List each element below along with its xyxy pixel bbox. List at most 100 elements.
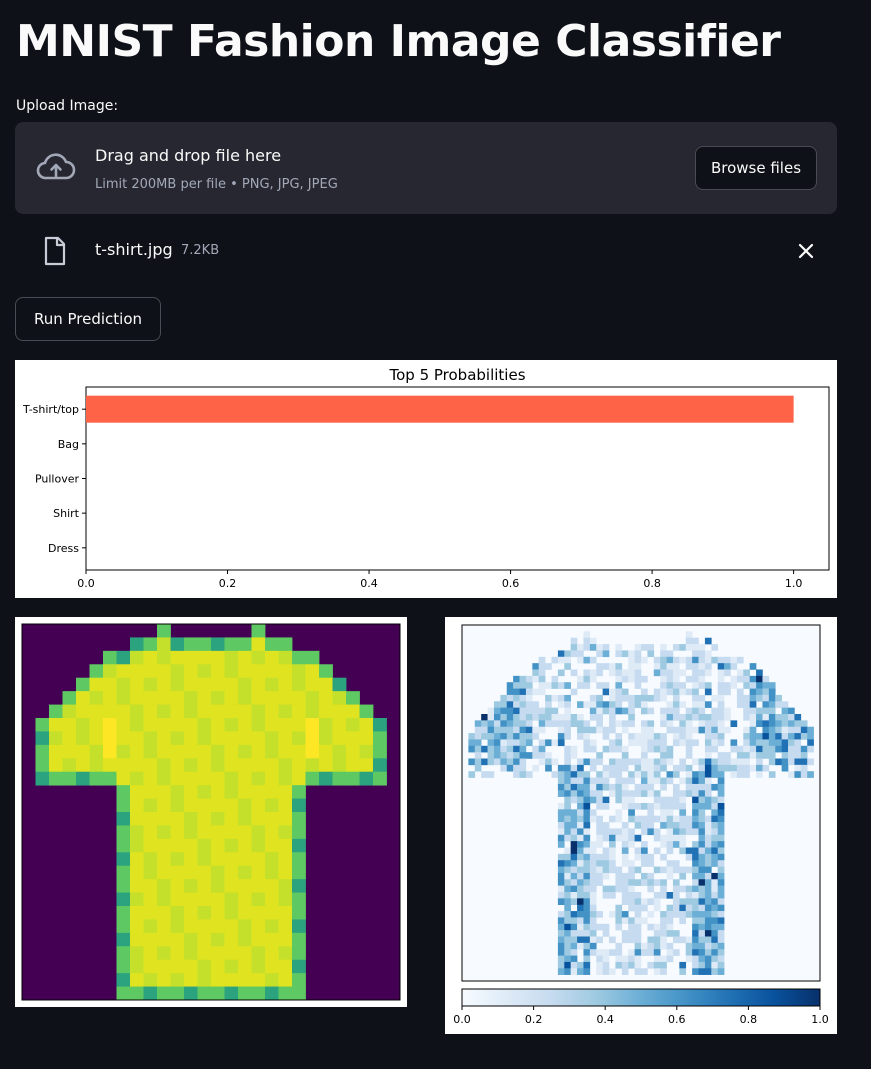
- saliency-cell: [500, 694, 508, 702]
- pixel: [305, 771, 320, 786]
- saliency-cell: [704, 936, 712, 944]
- saliency-cell: [628, 809, 635, 817]
- saliency-cell: [666, 841, 674, 848]
- pixel: [157, 919, 171, 934]
- saliency-cell: [660, 885, 667, 893]
- pixel: [116, 731, 131, 746]
- saliency-cell: [679, 841, 687, 848]
- saliency-cell: [634, 834, 642, 842]
- browse-files-button[interactable]: Browse files: [695, 146, 817, 190]
- pixel: [292, 838, 306, 853]
- saliency-cell: [570, 949, 578, 956]
- saliency-cell: [468, 739, 476, 747]
- pixel: [197, 691, 212, 705]
- saliency-cell: [621, 841, 629, 848]
- pixel: [292, 664, 306, 679]
- saliency-cell: [570, 815, 578, 823]
- saliency-cell: [660, 675, 667, 683]
- close-icon[interactable]: [795, 240, 817, 262]
- saliency-cell: [564, 860, 571, 867]
- saliency-cell: [634, 650, 642, 658]
- saliency-cell: [711, 815, 719, 823]
- saliency-cell: [615, 675, 623, 683]
- pixel: [116, 677, 131, 692]
- pixel: [332, 744, 347, 759]
- saliency-cell: [609, 885, 616, 893]
- pixel: [116, 664, 131, 679]
- saliency-cell: [589, 714, 597, 721]
- saliency-cell: [717, 701, 725, 708]
- saliency-cell: [762, 720, 770, 728]
- saliency-cell: [634, 815, 642, 823]
- saliency-cell: [698, 809, 706, 817]
- pixel: [319, 758, 333, 773]
- pixel: [143, 892, 158, 907]
- saliency-cell: [487, 726, 495, 734]
- saliency-cell: [621, 917, 629, 925]
- saliency-cell: [692, 885, 699, 893]
- saliency-cell: [589, 815, 597, 823]
- saliency-cell: [621, 872, 629, 880]
- saliency-cell: [577, 942, 584, 950]
- saliency-cell: [634, 822, 642, 829]
- saliency-cell: [487, 752, 495, 759]
- pixel: [251, 624, 266, 638]
- saliency-cell: [545, 720, 552, 728]
- saliency-cell: [583, 898, 591, 906]
- saliency-cell: [513, 752, 520, 759]
- saliency-cell: [698, 955, 706, 963]
- pixel: [251, 677, 266, 692]
- pixel: [157, 744, 171, 759]
- saliency-cell: [538, 688, 546, 696]
- saliency-cell: [711, 739, 719, 747]
- saliency-cell: [551, 656, 559, 664]
- saliency-cell: [609, 911, 616, 918]
- saliency-cell: [647, 771, 655, 778]
- pixel: [224, 892, 239, 907]
- saliency-cell: [692, 847, 699, 855]
- pixel: [251, 637, 266, 652]
- x-tick-label: 0.4: [360, 577, 378, 590]
- saliency-cell: [525, 739, 533, 747]
- saliency-cell: [564, 885, 571, 893]
- saliency-cell: [653, 796, 661, 804]
- pixel: [251, 650, 266, 665]
- saliency-cell: [692, 675, 699, 683]
- saliency-cell: [679, 803, 687, 810]
- pixel: [62, 731, 77, 746]
- saliency-cell: [692, 815, 699, 823]
- saliency-cell: [666, 917, 674, 925]
- run-prediction-button[interactable]: Run Prediction: [15, 297, 161, 341]
- saliency-cell: [583, 637, 591, 645]
- saliency-cell: [589, 764, 597, 772]
- dropzone-limit-text: Limit 200MB per file • PNG, JPG, JPEG: [95, 177, 338, 192]
- saliency-cell: [628, 656, 635, 664]
- saliency-cell: [589, 847, 597, 855]
- saliency-cell: [589, 726, 597, 734]
- saliency-cell: [634, 675, 642, 683]
- file-dropzone[interactable]: Drag and drop file here Limit 200MB per …: [15, 122, 837, 214]
- saliency-cell: [704, 815, 712, 823]
- saliency-cell: [736, 758, 744, 766]
- saliency-cell: [500, 733, 508, 740]
- saliency-cell: [564, 777, 571, 785]
- saliency-cell: [672, 790, 680, 797]
- dropzone-instructions: Drag and drop file here: [95, 146, 282, 165]
- saliency-cell: [500, 758, 508, 766]
- pixel: [184, 919, 198, 934]
- saliency-cell: [481, 758, 488, 766]
- saliency-cell: [743, 707, 750, 715]
- saliency-cell: [474, 733, 482, 740]
- saliency-cell: [583, 758, 591, 766]
- saliency-cell: [698, 803, 706, 810]
- pixel: [238, 771, 252, 786]
- saliency-cell: [749, 701, 757, 708]
- saliency-cell: [474, 745, 482, 753]
- pixel: [265, 758, 279, 773]
- saliency-cell: [577, 790, 584, 797]
- saliency-cell: [628, 739, 635, 747]
- saliency-cell: [711, 917, 719, 925]
- pixel: [143, 798, 158, 813]
- pixel: [49, 704, 63, 719]
- pixel: [292, 798, 306, 813]
